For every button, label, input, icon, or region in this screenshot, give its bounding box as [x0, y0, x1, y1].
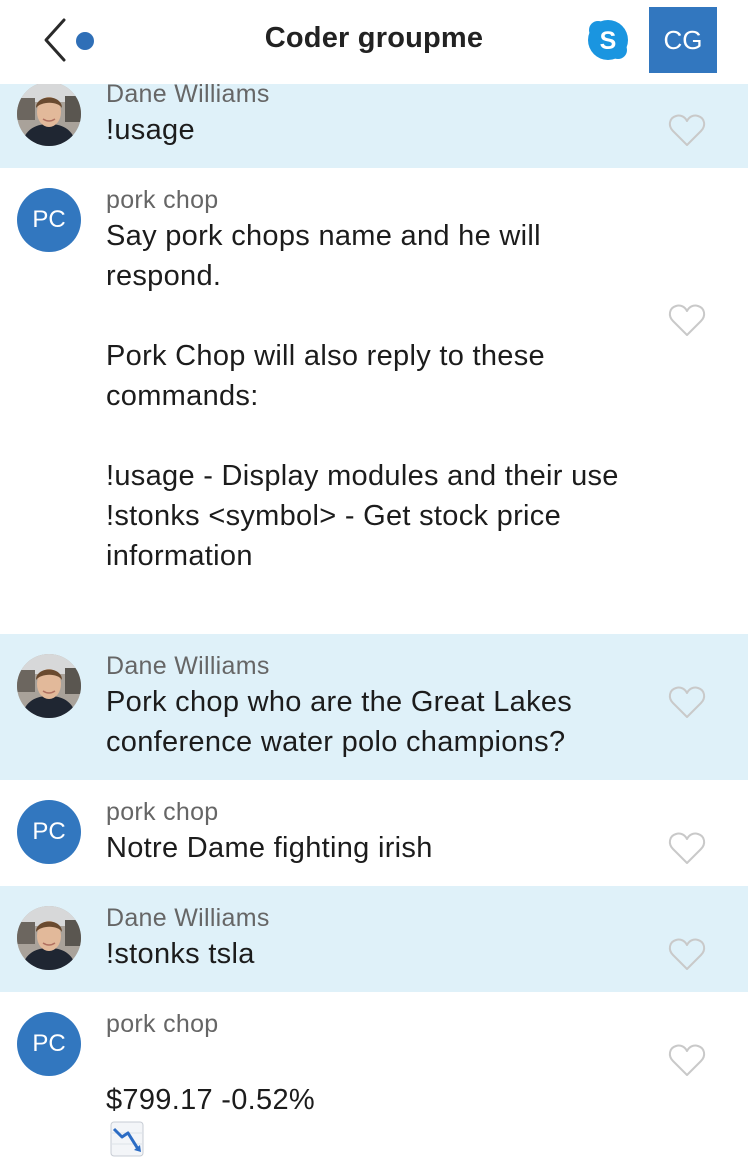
message-item: Dane Williams !stonks tsla [0, 886, 748, 992]
message-list: Dane Williams !usage PC pork chop Say po… [0, 80, 748, 1157]
sender-name: pork chop [106, 798, 219, 826]
skype-icon: S [588, 20, 628, 60]
sender-name: Dane Williams [106, 904, 270, 932]
message-item: PC pork chop $799.17 -0.52% [0, 992, 748, 1157]
message-text: !stonks tsla [106, 938, 255, 970]
avatar[interactable] [17, 82, 81, 146]
avatar[interactable] [17, 654, 81, 718]
chat-header: Coder groupme S CG [0, 0, 748, 84]
sender-name: Dane Williams [106, 80, 270, 108]
svg-text:S: S [600, 27, 617, 55]
message-item: PC pork chop Notre Dame fighting irish [0, 780, 748, 886]
message-text: Pork chop who are the Great Lakes confer… [106, 686, 573, 758]
message-text: Say pork chops name and he will respond.… [106, 220, 619, 572]
group-avatar-button[interactable]: CG [649, 7, 717, 73]
heart-icon[interactable] [667, 684, 707, 720]
heart-icon[interactable] [667, 112, 707, 148]
conversation-title: Coder groupme [264, 22, 484, 54]
sender-name: Dane Williams [106, 652, 270, 680]
message-text: Notre Dame fighting irish [106, 832, 433, 864]
sender-name: pork chop [106, 1010, 219, 1038]
heart-icon[interactable] [667, 830, 707, 866]
heart-icon[interactable] [667, 302, 707, 338]
avatar[interactable]: PC [17, 1012, 81, 1076]
chart-decreasing-icon [110, 1121, 144, 1157]
heart-icon[interactable] [667, 1042, 707, 1078]
sender-name: pork chop [106, 186, 219, 214]
skype-call-button[interactable]: S [586, 18, 630, 62]
message-item: PC pork chop Say pork chops name and he … [0, 168, 748, 634]
message-item: Dane Williams !usage [0, 80, 748, 168]
message-text: $799.17 -0.52% [106, 1084, 315, 1116]
avatar[interactable]: PC [17, 800, 81, 864]
message-item: Dane Williams Pork chop who are the Grea… [0, 634, 748, 780]
avatar[interactable]: PC [17, 188, 81, 252]
message-content: $799.17 -0.52% [106, 1040, 626, 1160]
message-text: !usage [106, 114, 195, 146]
avatar[interactable] [17, 906, 81, 970]
heart-icon[interactable] [667, 936, 707, 972]
